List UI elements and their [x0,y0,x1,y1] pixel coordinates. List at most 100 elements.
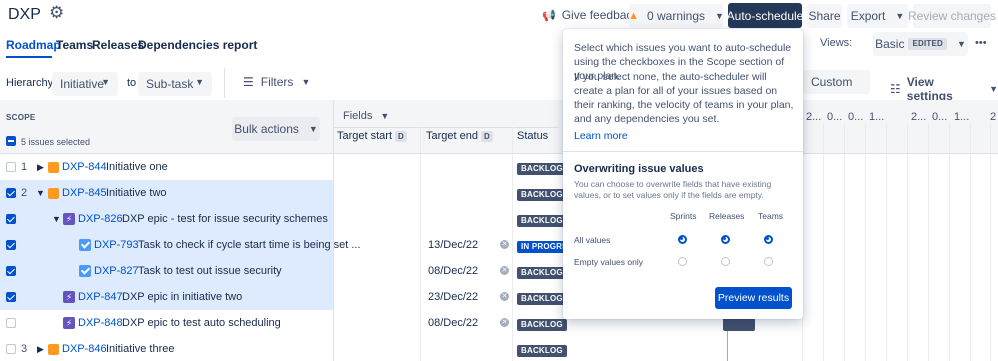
table-row[interactable]: DXP-793 Task to check if cycle start tim… [0,232,998,258]
fields-header: Fields ▼ [343,110,390,122]
table-row[interactable]: DXP-827 Task to test out issue security … [0,258,998,284]
table-row[interactable]: ⚡ DXP-848 DXP epic to test auto scheduli… [0,310,998,336]
issue-summary: Initiative two [106,187,167,199]
target-end-value[interactable]: 13/Dec/22 [428,239,478,251]
empty-values-releases-radio[interactable] [721,257,730,266]
status-badge[interactable]: BACKLOG [517,293,567,305]
views-select[interactable]: Basic EDITED ▼ [873,32,968,56]
timeline-header: 2 [990,111,997,123]
epic-icon: ⚡ [63,317,75,329]
column-releases: Releases [709,211,745,221]
custom-button[interactable]: Custom [803,70,870,94]
rank-number: 2 [21,187,28,199]
issue-key[interactable]: DXP-847 [78,291,123,303]
target-end-value[interactable]: 08/Dec/22 [428,265,478,277]
give-feedback-button[interactable]: 📢 Give feedback [542,7,638,23]
status-badge[interactable]: BACKLOG [517,345,567,357]
issue-key[interactable]: DXP-793 [94,239,139,251]
timeline-header: 2... [911,111,927,123]
chevron-down-icon: ▼ [101,77,110,87]
table-row[interactable]: ⚡ DXP-847 DXP epic in initiative two 23/… [0,284,998,310]
clear-icon[interactable]: ✕ [500,240,509,249]
clear-icon[interactable]: ✕ [500,292,509,301]
table-row[interactable]: 2 ▼ DXP-845 Initiative two BACKLOG [0,180,998,206]
column-target-start[interactable]: Target start D [337,130,407,142]
toolbar-divider [224,68,225,98]
auto-schedule-button[interactable]: Auto-schedule [727,3,803,28]
issue-key[interactable]: DXP-826 [78,213,123,225]
row-checkbox[interactable] [6,162,16,172]
chevron-down-icon: ▼ [989,84,998,94]
target-end-value[interactable]: 23/Dec/22 [428,291,478,303]
view-settings-button[interactable]: ☷ View settings ▼ [890,75,998,103]
issue-key[interactable]: DXP-827 [94,265,139,277]
chevron-down-icon: ▼ [956,39,966,49]
select-all-checkbox[interactable] [6,136,16,146]
all-values-releases-radio[interactable] [721,235,730,244]
all-values-teams-radio[interactable] [764,235,773,244]
clear-icon[interactable]: ✕ [500,266,509,275]
chevron-down-icon: ▼ [380,111,390,121]
tab-teams[interactable]: Teams [56,38,93,52]
chevron-down-icon: ▼ [715,11,724,21]
table-row[interactable]: 1 ▶ DXP-844 Initiative one BACKLOG [0,154,998,180]
filter-icon: ☰ [243,75,254,89]
more-icon[interactable]: ••• [975,37,987,49]
clear-icon[interactable]: ✕ [500,318,509,327]
chevron-right-icon[interactable]: ▶ [37,162,44,173]
table-row[interactable]: 3 ▶ DXP-846 Initiative three BACKLOG [0,336,998,361]
target-end-value[interactable]: 08/Dec/22 [428,317,478,329]
tab-dependencies-report[interactable]: Dependencies report [138,38,257,52]
all-values-sprints-radio[interactable] [678,235,687,244]
chevron-down-icon[interactable]: ▼ [36,188,45,198]
task-icon [79,239,91,251]
empty-values-sprints-radio[interactable] [678,257,687,266]
row-checkbox[interactable] [6,318,16,328]
table-row[interactable]: ▼ ⚡ DXP-826 DXP epic - test for issue se… [0,206,998,232]
column-status[interactable]: Status [517,130,548,142]
row-checkbox[interactable] [6,240,16,250]
popup-description: If you select none, the auto-scheduler w… [574,71,794,125]
chevron-down-icon: ▼ [195,77,204,87]
row-checkbox[interactable] [6,266,16,276]
issue-summary: Task to test out issue security [138,265,282,277]
edited-badge: EDITED [908,38,947,50]
issue-key[interactable]: DXP-844 [62,161,107,173]
status-badge[interactable]: BACKLOG [517,189,567,201]
issue-summary: Initiative one [106,161,168,173]
issue-key[interactable]: DXP-848 [78,317,123,329]
row-checkbox[interactable] [6,344,16,354]
issue-summary: DXP epic - test for issue security schem… [122,213,328,225]
warnings-button[interactable]: ▲ 0 warnings ▼ [628,4,724,28]
share-button[interactable]: Share [807,4,842,28]
tab-roadmap[interactable]: Roadmap [6,38,61,52]
filters-button[interactable]: ☰ Filters ▼ [243,75,310,89]
bulk-actions-button[interactable]: Bulk actions ▼ [232,117,320,141]
initiative-icon [48,188,59,199]
row-checkbox[interactable] [6,292,16,302]
status-badge[interactable]: BACKLOG [517,215,567,227]
hierarchy-to-select[interactable]: Sub-task ▼ [138,72,212,96]
issue-key[interactable]: DXP-846 [62,343,107,355]
gear-icon[interactable]: ⚙ [49,3,64,23]
empty-values-teams-radio[interactable] [764,257,773,266]
row-checkbox[interactable] [6,214,16,224]
timeline-header: 1... [954,111,970,123]
status-badge[interactable]: BACKLOG [517,163,567,175]
hierarchy-from-select[interactable]: Initiative ▼ [52,72,118,96]
chevron-down-icon: ▼ [308,124,318,134]
issue-key[interactable]: DXP-845 [62,187,107,199]
preview-results-button[interactable]: Preview results [715,287,792,309]
column-target-end[interactable]: Target end D [426,130,493,142]
app-title: DXP [8,6,41,23]
issue-summary: DXP epic in initiative two [122,291,243,303]
chevron-down-icon[interactable]: ▼ [52,214,61,224]
export-button[interactable]: Export ▼ [847,4,908,28]
tab-releases[interactable]: Releases [92,38,144,52]
learn-more-link[interactable]: Learn more [574,130,628,142]
status-badge[interactable]: BACKLOG [517,319,567,331]
issue-summary: Task to check if cycle start time is bei… [138,239,361,251]
status-badge[interactable]: BACKLOG [517,267,567,279]
chevron-right-icon[interactable]: ▶ [37,344,44,355]
row-checkbox[interactable] [6,188,16,198]
